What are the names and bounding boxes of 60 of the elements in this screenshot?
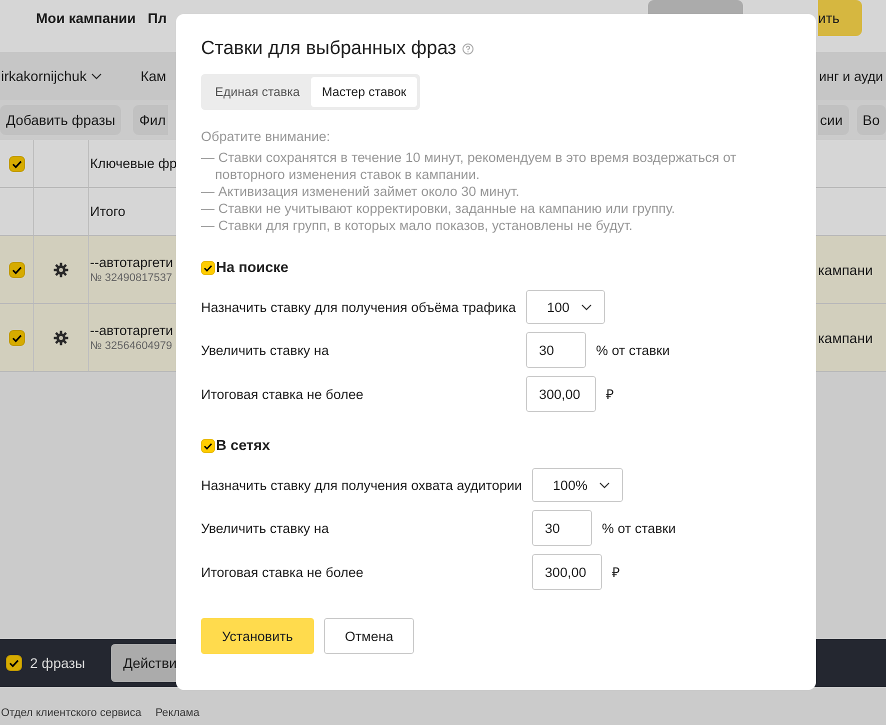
tab[interactable]: Мастер ставок bbox=[310, 77, 418, 107]
unit-label: % от ставки bbox=[596, 342, 670, 358]
column-header: Ключевые фр bbox=[90, 156, 177, 171]
campaign-cell: кампани bbox=[818, 262, 873, 278]
field-label: Итоговая ставка не более bbox=[201, 564, 364, 580]
section-label: В сетях bbox=[216, 438, 270, 454]
notice-item: — Ставки сохранятся в течение 10 минут, рекомендуем в это время воздержаться от повторного изменения ставок в кампании. bbox=[201, 149, 738, 183]
toolbar-button[interactable]: Во bbox=[856, 105, 886, 135]
dropdown[interactable]: 100% bbox=[532, 468, 624, 502]
input-field[interactable]: 30 bbox=[532, 510, 592, 546]
cancel-button[interactable]: Отмена bbox=[324, 618, 414, 654]
phrase-number: № 32564604979 bbox=[90, 340, 174, 352]
phrase-number: № 32490817537 bbox=[90, 272, 174, 284]
section-checkbox[interactable] bbox=[201, 261, 215, 275]
selection-count: 2 фразы bbox=[30, 655, 86, 671]
section-label: На поиске bbox=[216, 260, 288, 276]
subnav-link[interactable]: Кам bbox=[140, 68, 166, 84]
toolbar-button[interactable]: Фил bbox=[133, 105, 168, 135]
toolbar-button[interactable]: Добавить фразы bbox=[0, 105, 122, 135]
footer-link[interactable]: Реклама bbox=[155, 707, 200, 719]
row-checkbox[interactable] bbox=[8, 330, 24, 346]
section-checkbox[interactable] bbox=[201, 439, 215, 453]
account-selector[interactable]: irkakornijchuk bbox=[1, 68, 87, 84]
input-field[interactable]: 300,00 bbox=[532, 554, 602, 590]
notice-item: — Ставки для групп, в которых мало показов, установлены не будут. bbox=[201, 217, 634, 234]
notice-item: — Ставки не учитывают корректировки, заданные на кампанию или группу. bbox=[201, 200, 676, 217]
input-field[interactable]: 300,00 bbox=[526, 376, 596, 412]
subnav-link[interactable]: инг и ауди bbox=[819, 68, 884, 84]
nav-link[interactable]: Мои кампании bbox=[36, 10, 136, 26]
gear-icon[interactable] bbox=[53, 262, 69, 278]
gear-icon[interactable] bbox=[53, 330, 69, 346]
select-all-checkbox[interactable] bbox=[8, 156, 24, 172]
total-label: Итого bbox=[90, 204, 126, 219]
tab[interactable]: Единая ставка bbox=[204, 77, 311, 107]
notice-item: — Активизация изменений займет около 30 минут. bbox=[201, 183, 520, 200]
field-label: Увеличить ставку на bbox=[201, 520, 330, 536]
row-checkbox[interactable] bbox=[8, 262, 24, 278]
unit-label: ₽ bbox=[612, 564, 620, 581]
chevron-icon bbox=[90, 72, 102, 80]
top-button[interactable]: ить bbox=[818, 0, 862, 36]
submit-button[interactable]: Установить bbox=[201, 618, 314, 654]
selection-checkbox[interactable] bbox=[6, 655, 22, 671]
field-label: Назначить ставку для получения объёма трафика bbox=[201, 300, 516, 314]
dialog-title: Ставки для выбранных фраз bbox=[201, 38, 456, 60]
field-label: Итоговая ставка не более bbox=[201, 386, 364, 402]
nav-link[interactable]: Пл bbox=[148, 10, 167, 26]
toolbar-button[interactable]: сии bbox=[818, 105, 849, 135]
field-label: Увеличить ставку на bbox=[201, 342, 330, 358]
notice-title: Обратите внимание: bbox=[201, 128, 332, 145]
phrase-name[interactable]: --автотаргети bbox=[90, 323, 174, 338]
chevron-icon bbox=[599, 482, 610, 488]
input-field[interactable]: 30 bbox=[526, 332, 586, 368]
footer-link[interactable]: Отдел клиентского сервиса bbox=[1, 707, 142, 719]
phrase-name[interactable]: --автотаргети bbox=[90, 255, 174, 270]
chevron-icon bbox=[581, 304, 592, 310]
unit-label: ₽ bbox=[606, 386, 614, 403]
field-label: Назначить ставку для получения охвата аудитории bbox=[201, 478, 522, 492]
unit-label: % от ставки bbox=[602, 520, 676, 536]
dropdown[interactable]: 100 bbox=[526, 290, 606, 324]
campaign-cell: кампани bbox=[818, 330, 873, 346]
